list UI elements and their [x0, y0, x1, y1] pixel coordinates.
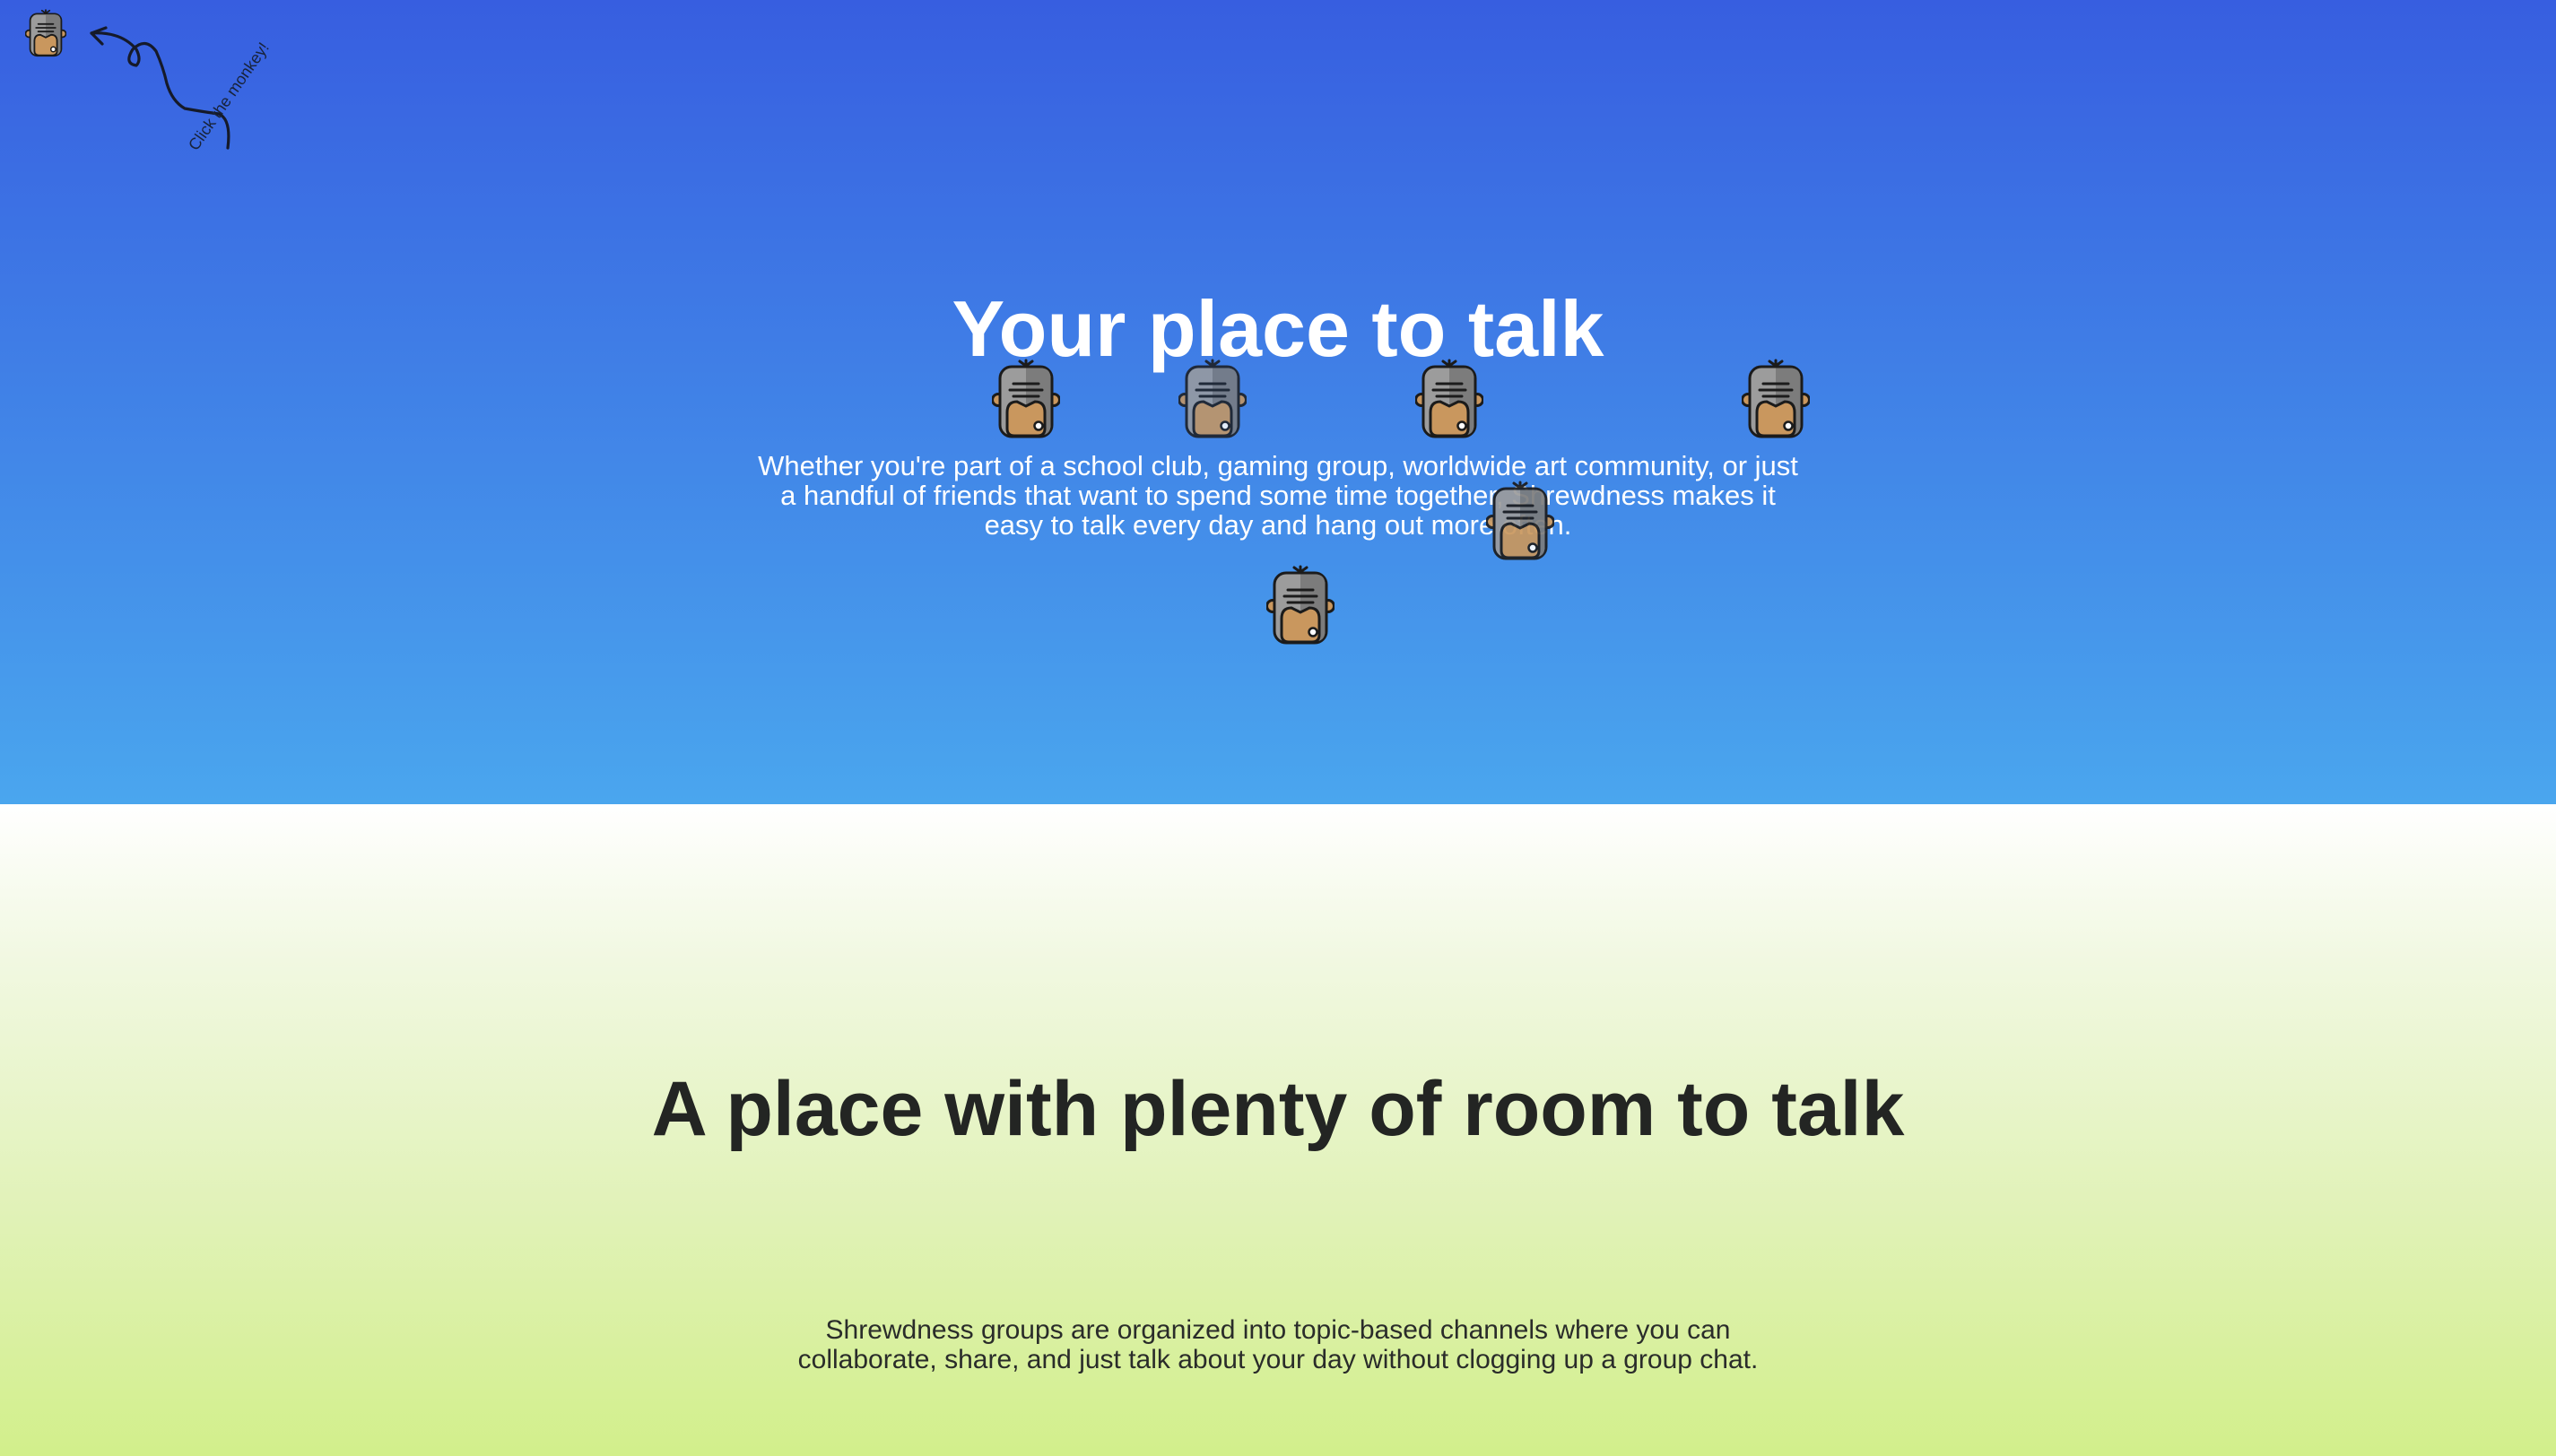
- monkey-robot-icon[interactable]: [1415, 359, 1483, 439]
- monkey-robot-icon[interactable]: [1742, 359, 1810, 439]
- section-description: Shrewdness groups are organized into top…: [797, 1315, 1759, 1374]
- monkey-robot-icon[interactable]: [992, 359, 1060, 439]
- room-to-talk-section: A place with plenty of room to talk Shre…: [0, 804, 2556, 1456]
- monkey-robot-icon[interactable]: [1178, 359, 1247, 439]
- monkey-robot-icon[interactable]: [1486, 481, 1554, 561]
- hero-title: Your place to talk: [952, 284, 1604, 373]
- hero-description: Whether you're part of a school club, ga…: [758, 450, 1798, 541]
- hero-section: Click the monkey! Your place to talk Whe…: [0, 0, 2556, 804]
- monkey-robot-icon[interactable]: [25, 9, 66, 57]
- section-title: A place with plenty of room to talk: [651, 1066, 1905, 1152]
- monkey-robot-icon[interactable]: [1266, 565, 1335, 646]
